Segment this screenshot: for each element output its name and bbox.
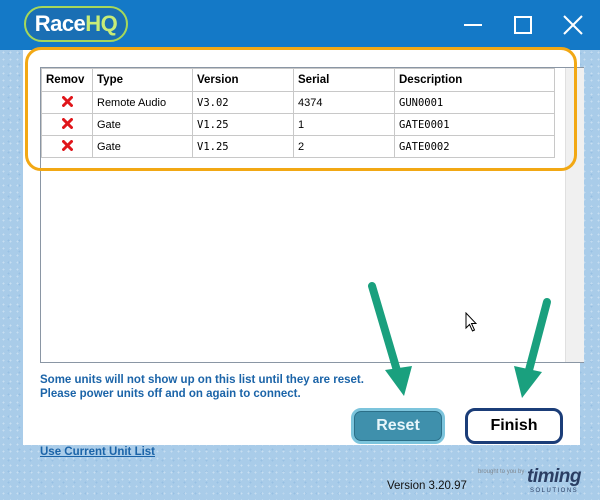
maximize-icon[interactable]: [508, 10, 538, 40]
minimize-icon[interactable]: [458, 10, 488, 40]
timing-solutions-logo: timing SOLUTIONS: [527, 466, 589, 496]
finish-button[interactable]: Finish: [465, 408, 563, 444]
table-row[interactable]: Gate V1.25 1 GATE0001: [41, 113, 555, 136]
logo-hq: HQ: [85, 11, 118, 36]
racehq-logo: Race HQ: [24, 6, 128, 42]
use-current-unit-list-link[interactable]: Use Current Unit List: [40, 446, 155, 458]
brought-to-you-by-label: brought to you by: [478, 469, 525, 475]
type-cell: Gate: [92, 135, 193, 158]
version-cell: V3.02: [192, 91, 294, 114]
unit-list-table: Remov Type Version Serial Description Re…: [41, 68, 555, 158]
table-row[interactable]: Gate V1.25 2 GATE0002: [41, 135, 555, 158]
column-header-description[interactable]: Description: [394, 68, 555, 92]
serial-cell: 4374: [293, 91, 395, 114]
remove-x-icon[interactable]: [61, 95, 73, 107]
type-cell: Remote Audio: [92, 91, 193, 114]
description-cell: GATE0001: [394, 113, 555, 136]
column-header-type[interactable]: Type: [92, 68, 193, 92]
serial-cell: 2: [293, 135, 395, 158]
table-row[interactable]: Remote Audio V3.02 4374 GUN0001: [41, 91, 555, 114]
type-cell: Gate: [92, 113, 193, 136]
description-cell: GUN0001: [394, 91, 555, 114]
column-header-remove[interactable]: Remov: [41, 68, 93, 92]
list-scrollbar[interactable]: [565, 68, 584, 362]
reset-message-line2: Please power units off and on again to c…: [40, 388, 301, 400]
mouse-cursor-icon: [465, 312, 477, 332]
description-cell: GATE0002: [394, 135, 555, 158]
remove-cell[interactable]: [41, 135, 93, 158]
table-header-row: Remov Type Version Serial Description: [41, 68, 555, 92]
column-header-serial[interactable]: Serial: [293, 68, 395, 92]
remove-x-icon[interactable]: [61, 117, 73, 129]
column-header-version[interactable]: Version: [192, 68, 294, 92]
reset-button[interactable]: Reset: [351, 408, 445, 444]
remove-cell[interactable]: [41, 91, 93, 114]
close-icon[interactable]: [558, 10, 588, 40]
title-bar: Race HQ: [0, 0, 600, 50]
remove-cell[interactable]: [41, 113, 93, 136]
serial-cell: 1: [293, 113, 395, 136]
timing-logo-sub: SOLUTIONS: [530, 488, 579, 494]
timing-logo-word: timing: [527, 466, 582, 487]
remove-x-icon[interactable]: [61, 139, 73, 151]
version-cell: V1.25: [192, 135, 294, 158]
version-label: Version 3.20.97: [387, 480, 467, 492]
version-cell: V1.25: [192, 113, 294, 136]
reset-message: Some units will not show up on this list…: [40, 373, 364, 401]
reset-message-line1: Some units will not show up on this list…: [40, 374, 364, 386]
logo-race: Race: [34, 11, 86, 36]
